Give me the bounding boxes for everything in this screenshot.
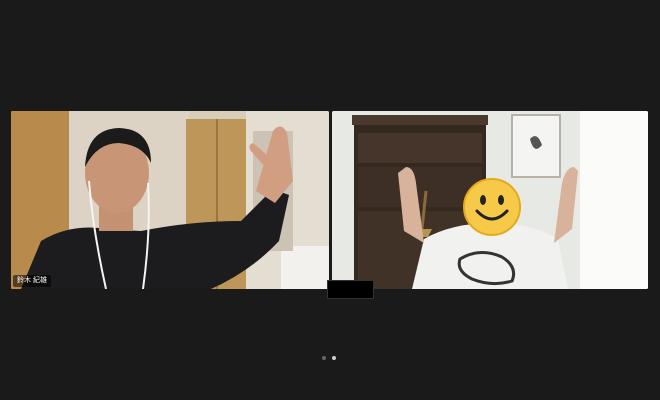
smiley-face-icon bbox=[463, 178, 521, 236]
gallery-page-indicator bbox=[322, 356, 336, 360]
self-view-thumbnail[interactable] bbox=[327, 280, 374, 299]
page-dot-2[interactable] bbox=[332, 356, 336, 360]
page-dot-1[interactable] bbox=[322, 356, 326, 360]
video-tile-participant-2[interactable] bbox=[332, 111, 648, 289]
participant-name-label: 鈴木 紀雄 bbox=[13, 275, 51, 287]
video-tile-participant-1[interactable]: 鈴木 紀雄 bbox=[11, 111, 329, 289]
participant-video-feed bbox=[11, 111, 329, 289]
